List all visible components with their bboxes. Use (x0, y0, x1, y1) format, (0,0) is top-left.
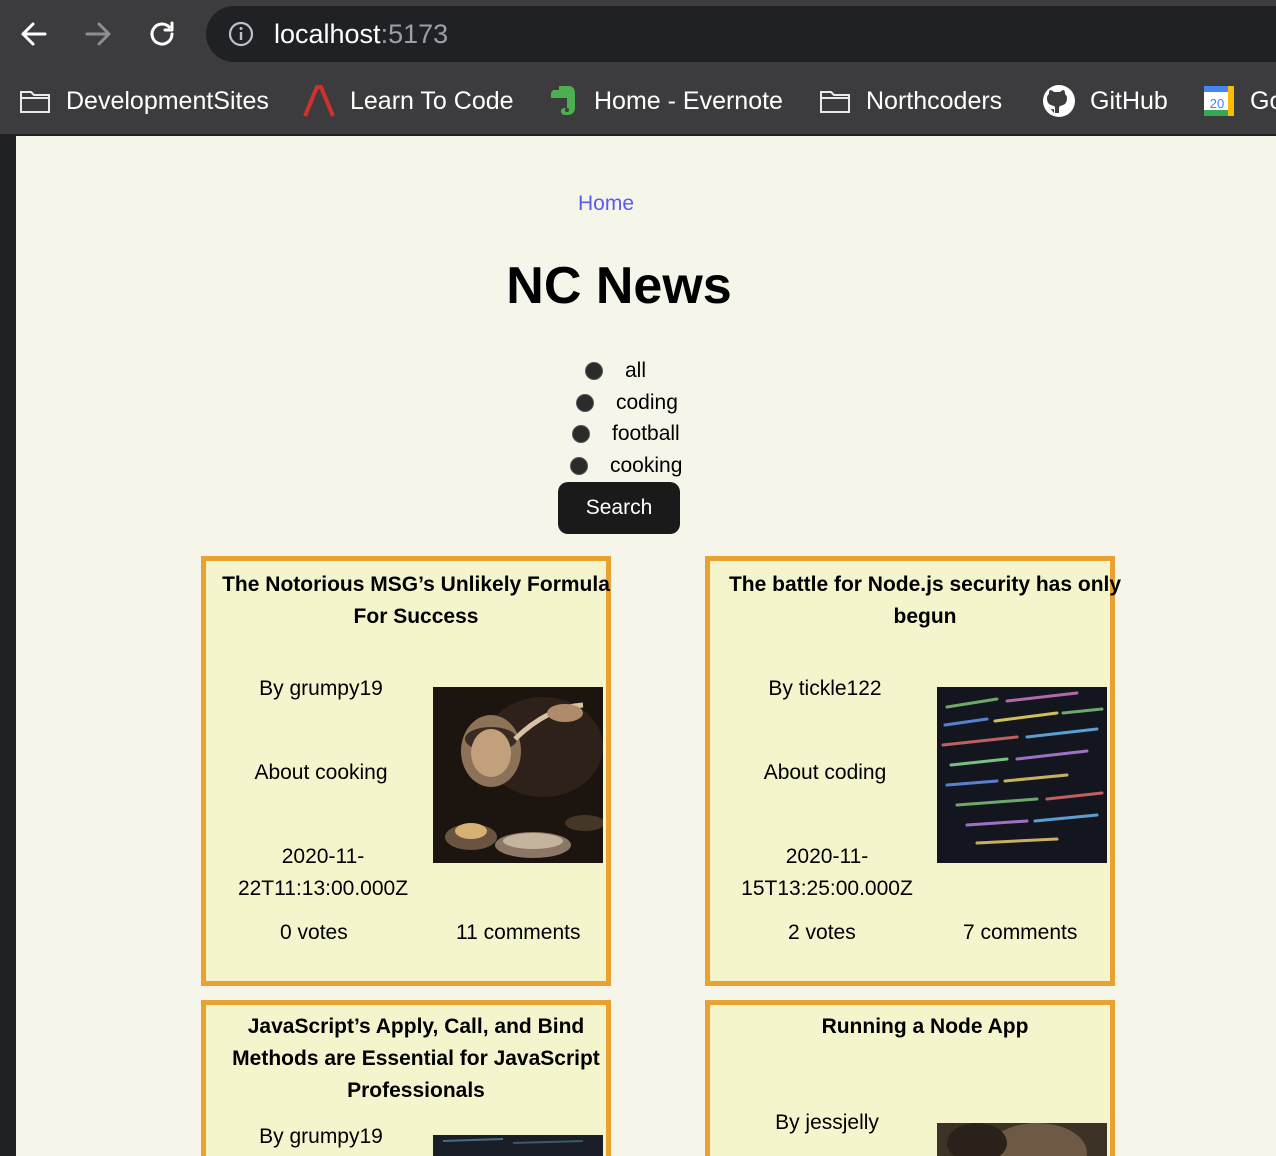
topic-label: football (612, 422, 680, 445)
article-date-line: 2020-11- (785, 845, 869, 868)
article-author: By grumpy19 (259, 1125, 383, 1148)
calendar-icon: 20 (1202, 84, 1236, 118)
article-title[interactable]: The Notorious MSG’s Unlikely Formula For… (206, 569, 626, 633)
back-button[interactable] (12, 12, 56, 56)
url-text: localhost:5173 (274, 19, 448, 49)
back-arrow-icon (21, 22, 47, 46)
article-card[interactable]: JavaScript’s Apply, Call, and Bind Metho… (201, 1000, 611, 1156)
topic-option-football[interactable]: football (572, 419, 680, 449)
article-title[interactable]: Running a Node App (715, 1011, 1135, 1043)
topic-label: all (625, 359, 647, 382)
topic-option-coding[interactable]: coding (576, 388, 678, 418)
bookmark-label: Home - Evernote (594, 86, 783, 115)
bookmark-developmentsites[interactable]: DevelopmentSites (18, 68, 269, 134)
article-date-line: 15T13:25:00.000Z (741, 877, 913, 900)
cooking-photo (433, 687, 603, 863)
address-bar[interactable]: localhost:5173 (206, 6, 1276, 62)
folder-icon (18, 84, 52, 118)
article-title[interactable]: JavaScript’s Apply, Call, and Bind Metho… (204, 1011, 628, 1107)
evernote-icon (546, 84, 580, 118)
article-comments: 7 comments (963, 921, 1078, 944)
article-date-line: 22T11:13:00.000Z (237, 877, 409, 900)
browser-toolbar: localhost:5173 (0, 0, 1276, 68)
bookmark-label: DevelopmentSites (66, 86, 269, 115)
article-date: 2020-11- 15T13:25:00.000Z (710, 841, 944, 905)
article-author: By grumpy19 (259, 677, 383, 700)
topic-label: cooking (610, 454, 683, 477)
bookmark-evernote[interactable]: Home - Evernote (546, 68, 783, 134)
radio-button[interactable] (570, 457, 588, 475)
article-date-line: 2020-11- (281, 845, 365, 868)
article-votes: 2 votes (788, 921, 856, 944)
article-date: 2020-11- 22T11:13:00.000Z (206, 841, 440, 905)
topic-option-cooking[interactable]: cooking (570, 451, 682, 481)
radio-button[interactable] (585, 362, 603, 380)
url-host: localhost (274, 19, 381, 49)
article-votes: 0 votes (280, 921, 348, 944)
article-title[interactable]: The battle for Node.js security has only… (715, 569, 1135, 633)
site-info-icon[interactable] (228, 21, 254, 47)
code-screen-photo (937, 687, 1107, 863)
forward-button[interactable] (76, 12, 120, 56)
bookmark-go[interactable]: 20 Go (1202, 68, 1276, 134)
calendar-day: 20 (1210, 96, 1224, 111)
home-link[interactable]: Home (16, 192, 1196, 216)
article-author: By jessjelly (775, 1111, 879, 1134)
bookmarks-bar: DevelopmentSites Learn To Code Home - Ev… (0, 68, 1276, 136)
radio-button[interactable] (572, 425, 590, 443)
article-comments: 11 comments (456, 921, 581, 944)
person-photo (937, 1123, 1107, 1156)
reload-button[interactable] (140, 12, 184, 56)
search-button[interactable]: Search (558, 482, 680, 534)
article-card[interactable]: The battle for Node.js security has only… (705, 556, 1121, 986)
article-card[interactable]: Running a Node App By jessjelly (705, 1000, 1115, 1156)
article-topic: About coding (763, 761, 887, 784)
github-icon (1042, 84, 1076, 118)
code-screen-photo (433, 1135, 603, 1156)
bookmark-learn-to-code[interactable]: Learn To Code (302, 68, 514, 134)
devtools-edge (0, 136, 16, 1156)
angular-logo-icon (302, 84, 336, 118)
article-card[interactable]: The Notorious MSG’s Unlikely Formula For… (201, 556, 611, 986)
page-title: NC News (506, 257, 732, 315)
forward-arrow-icon (85, 22, 111, 46)
article-topic: About cooking (254, 761, 388, 784)
bookmark-label: Go (1250, 86, 1276, 115)
topic-label: coding (616, 391, 678, 414)
bookmark-northcoders[interactable]: Northcoders (818, 68, 1002, 134)
bookmark-github[interactable]: GitHub (1042, 68, 1168, 134)
reload-icon (150, 21, 174, 46)
topic-option-all[interactable]: all (585, 356, 646, 386)
bookmark-label: Northcoders (866, 86, 1003, 115)
page-content: Home NC News all coding football cooking… (16, 136, 1276, 1156)
bookmark-label: GitHub (1090, 86, 1168, 115)
folder-icon (818, 84, 852, 118)
bookmark-label: Learn To Code (350, 86, 514, 115)
article-author: By tickle122 (768, 677, 882, 700)
url-port: :5173 (380, 19, 449, 49)
radio-button[interactable] (576, 394, 594, 412)
